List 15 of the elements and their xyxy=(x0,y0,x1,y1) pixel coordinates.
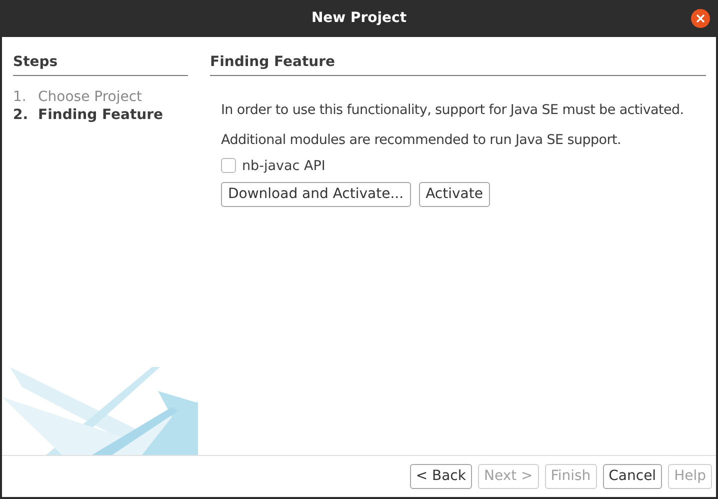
wizard-button[interactable]: < Back xyxy=(410,464,472,489)
close-icon xyxy=(696,14,705,23)
steps-heading: Steps xyxy=(13,54,58,70)
checkbox[interactable] xyxy=(221,158,236,174)
wizard-button[interactable]: Cancel xyxy=(602,464,662,489)
checkbox-label: nb-javac API xyxy=(242,156,326,176)
activation-message: In order to use this functionality, support for Java SE must be activated. xyxy=(221,101,684,120)
recommendation-note: Additional modules are recommended to run Java SE support. xyxy=(221,131,621,150)
action-button[interactable]: Activate xyxy=(418,182,490,207)
close-button[interactable] xyxy=(691,9,710,28)
window-title: New Project xyxy=(311,9,407,28)
step-item: 1. Choose Project xyxy=(13,88,144,106)
action-button[interactable]: Download and Activate... xyxy=(221,182,411,207)
panel-heading: Finding Feature xyxy=(210,54,336,70)
step-item: 2. Finding Feature xyxy=(13,106,164,124)
